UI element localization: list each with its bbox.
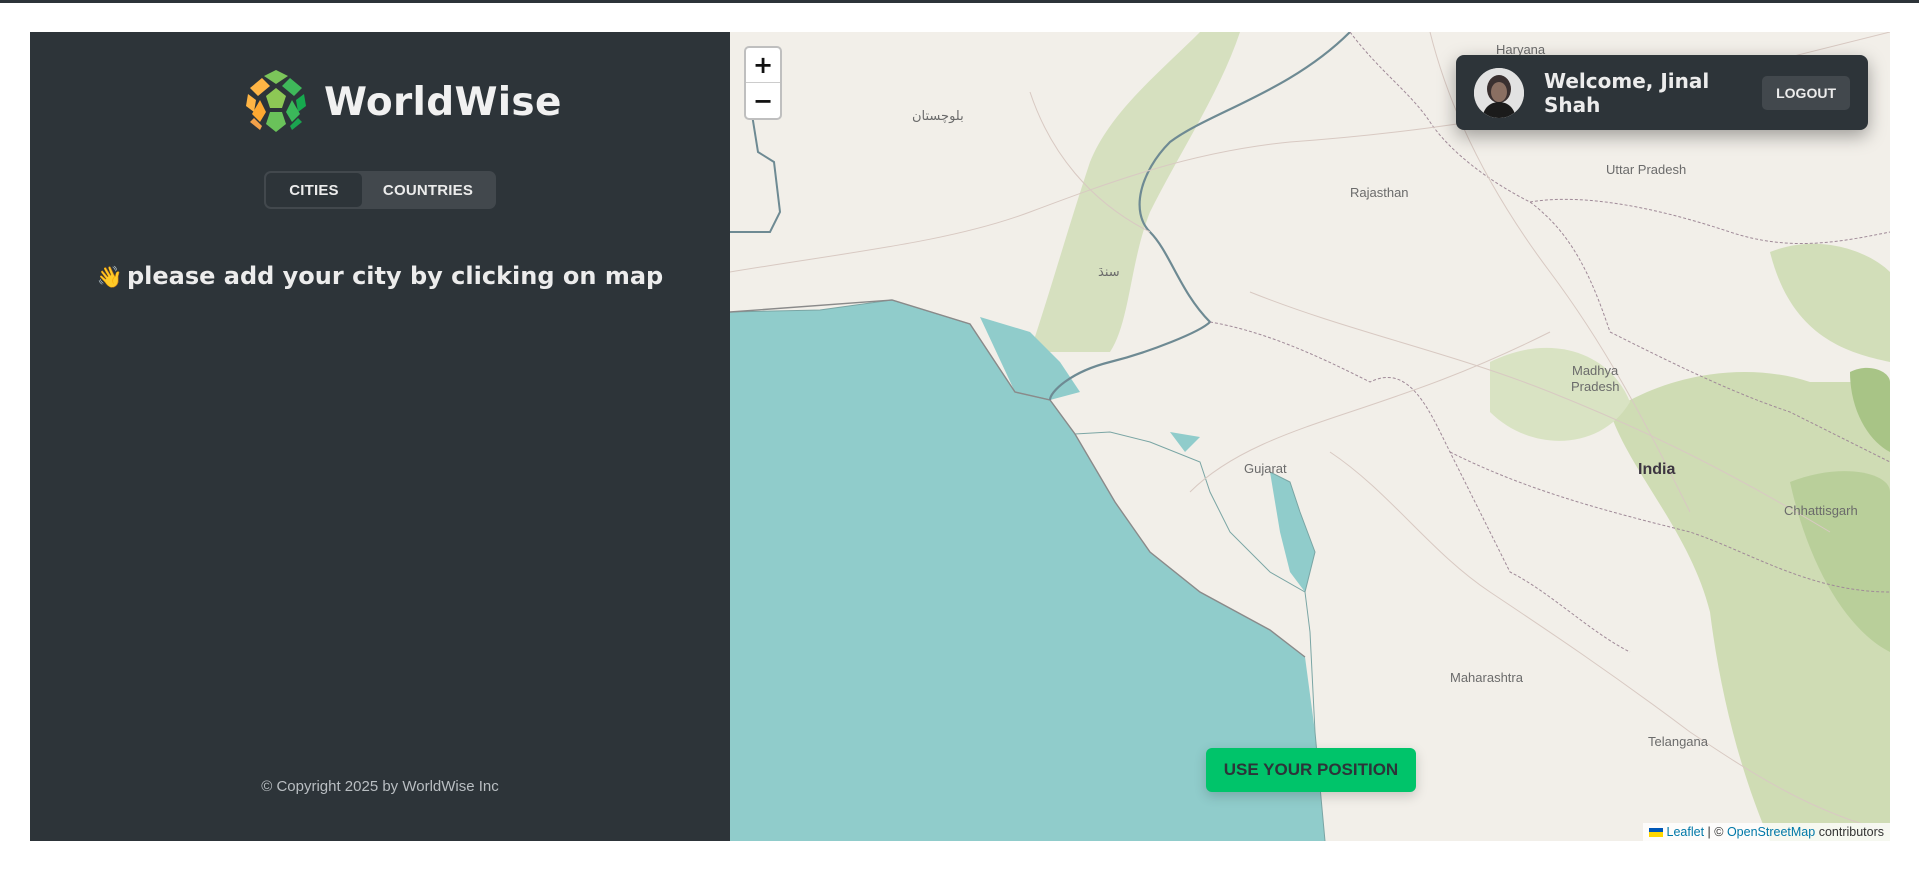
tab-cities[interactable]: CITIES [266, 173, 362, 207]
zoom-out-button[interactable]: − [746, 83, 780, 118]
map-label-balochistan: بلوچستان [912, 108, 964, 123]
zoom-in-button[interactable]: + [746, 48, 780, 83]
map-attribution: Leaflet | © OpenStreetMap contributors [1642, 823, 1890, 841]
map-label-sindh: سنڌ [1098, 264, 1120, 279]
map[interactable]: بلوچستان سنڌ Rajasthan Haryana Uttar Pra… [730, 32, 1890, 841]
map-tiles [730, 32, 1890, 841]
sidebar: WorldWise CITIES COUNTRIES 👋 please add y… [30, 32, 730, 841]
user-avatar [1474, 67, 1524, 118]
map-label-madhya: Madhya [1572, 363, 1619, 378]
map-label-telangana: Telangana [1648, 734, 1708, 749]
app-name: WorldWise [324, 79, 562, 125]
user-panel: Welcome, Jinal Shah LOGOUT [1456, 55, 1868, 130]
map-label-india: India [1638, 461, 1676, 478]
map-label-gujarat: Gujarat [1244, 461, 1287, 476]
globe-logo-icon [246, 70, 306, 132]
copyright: © Copyright 2025 by WorldWise Inc [261, 778, 499, 795]
waving-hand-icon: 👋 [96, 265, 123, 289]
map-label-maharashtra: Maharashtra [1450, 670, 1523, 685]
osm-link[interactable]: OpenStreetMap [1727, 825, 1815, 839]
map-label-chhattisgarh: Chhattisgarh [1784, 503, 1858, 518]
tab-switcher: CITIES COUNTRIES [264, 171, 496, 209]
map-label-uttar-pradesh: Uttar Pradesh [1606, 162, 1687, 177]
attribution-suffix: contributors [1818, 825, 1884, 839]
top-border [0, 0, 1919, 3]
tab-countries[interactable]: COUNTRIES [362, 173, 494, 207]
zoom-control: + − [744, 46, 782, 120]
attribution-separator: | © [1707, 825, 1724, 839]
ukraine-flag-icon [1648, 827, 1663, 837]
logout-button[interactable]: LOGOUT [1762, 75, 1850, 110]
leaflet-link[interactable]: Leaflet [1667, 825, 1705, 839]
empty-message-text: please add your city by clicking on map [126, 262, 664, 290]
empty-message: 👋 please add your city by clicking on map [30, 262, 730, 290]
logo[interactable]: WorldWise [242, 68, 562, 136]
app-layout: WorldWise CITIES COUNTRIES 👋 please add y… [30, 32, 1890, 841]
use-position-button[interactable]: USE YOUR POSITION [1206, 748, 1416, 792]
map-label-rajasthan: Rajasthan [1350, 185, 1409, 200]
map-label-pradesh: Pradesh [1571, 379, 1620, 394]
user-avatar-icon [1474, 67, 1524, 118]
welcome-text: Welcome, Jinal Shah [1544, 68, 1710, 117]
